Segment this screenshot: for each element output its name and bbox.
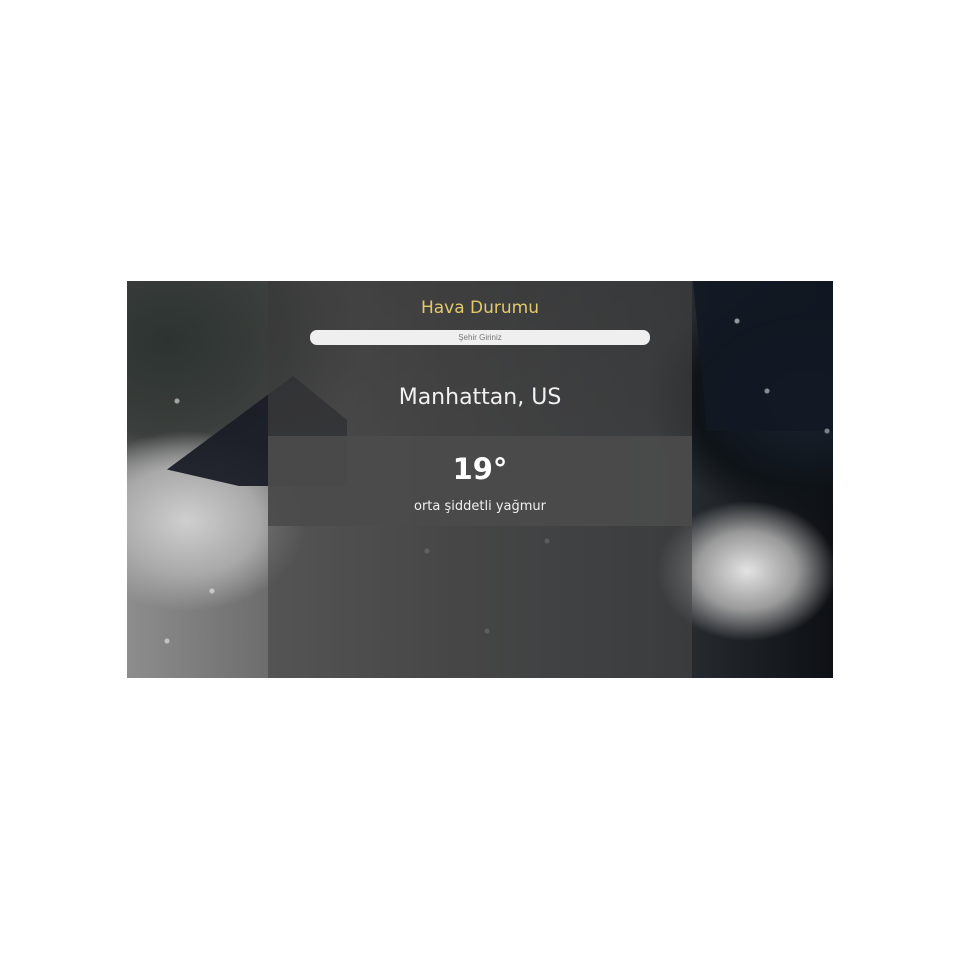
weather-info-box: 19° orta şiddetli yağmur [268,436,692,526]
city-search-input[interactable] [310,330,650,345]
temperature-value: 19° [452,452,508,486]
city-name: Manhattan, US [398,385,562,410]
weather-panel: Hava Durumu Manhattan, US 19° orta şidde… [268,281,692,678]
app-title: Hava Durumu [420,298,540,318]
weather-app-window: Hava Durumu Manhattan, US 19° orta şidde… [127,281,833,678]
weather-description: orta şiddetli yağmur [414,499,546,514]
